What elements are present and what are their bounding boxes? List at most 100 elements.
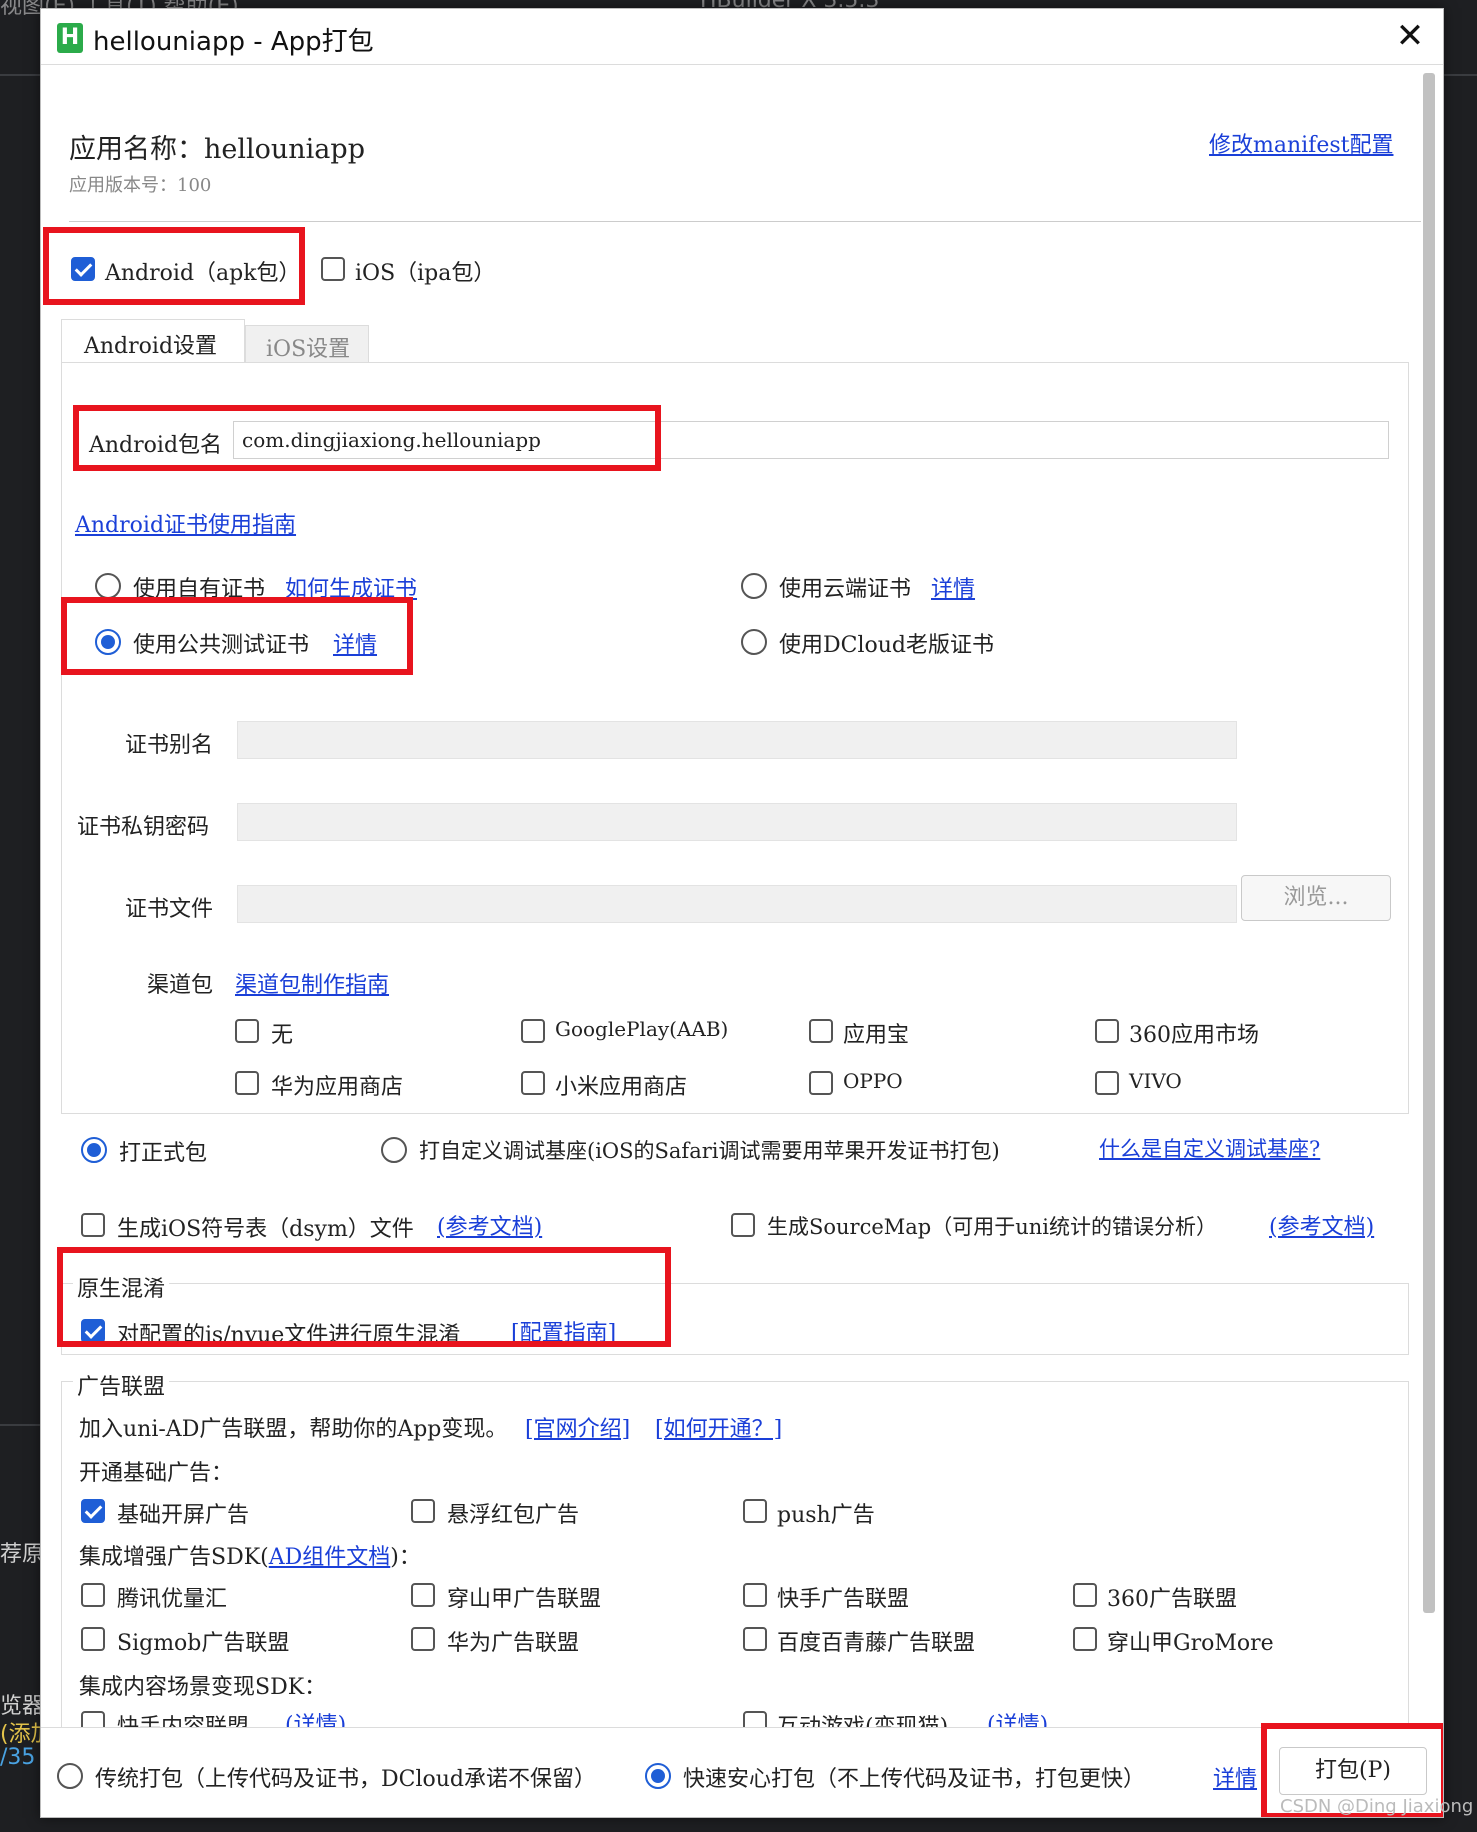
- fast-pack-detail-link[interactable]: 详情: [1213, 1761, 1257, 1793]
- close-icon[interactable]: ✕: [1393, 19, 1427, 53]
- cloud-cert-label[interactable]: 使用云端证书: [779, 571, 911, 603]
- ad-component-doc-link[interactable]: AD组件文档: [269, 1545, 391, 1570]
- cloud-cert-link[interactable]: 详情: [931, 571, 975, 603]
- background-divider-lower: [0, 1424, 40, 1426]
- ad-checkbox-huawei-ad[interactable]: [411, 1627, 435, 1651]
- ad-howto-link[interactable]: [如何开通？]: [655, 1411, 782, 1443]
- background-divider-right: [1444, 74, 1477, 76]
- custom-base-radio[interactable]: [381, 1137, 407, 1163]
- channel-checkbox-xiaomi[interactable]: [521, 1071, 545, 1095]
- cert-password-label: 证书私钥密码: [77, 815, 210, 840]
- ad-label-sigmob[interactable]: Sigmob广告联盟: [117, 1625, 289, 1657]
- traditional-pack-label[interactable]: 传统打包（上传代码及证书，DCloud承诺不保留）: [95, 1761, 596, 1793]
- channel-checkbox-huawei[interactable]: [235, 1071, 259, 1095]
- ad-union-intro: 加入uni-AD广告联盟，帮助你的App变现。: [79, 1417, 508, 1442]
- hbuilder-logo-icon: H: [57, 23, 83, 53]
- channel-label-xiaomi[interactable]: 小米应用商店: [555, 1069, 687, 1101]
- custom-base-link[interactable]: 什么是自定义调试基座?: [1099, 1133, 1320, 1163]
- ad-checkbox-sigmob[interactable]: [81, 1627, 105, 1651]
- ad-checkbox-pangle[interactable]: [411, 1583, 435, 1607]
- formal-build-label[interactable]: 打正式包: [119, 1135, 207, 1167]
- sourcemap-checkbox[interactable]: [731, 1213, 755, 1237]
- cert-alias-input[interactable]: [237, 721, 1237, 759]
- ad-label-huawei-ad[interactable]: 华为广告联盟: [447, 1625, 579, 1657]
- ad-label-splash[interactable]: 基础开屏广告: [117, 1497, 249, 1529]
- channel-checkbox-yingyongbao[interactable]: [809, 1019, 833, 1043]
- cert-password-input[interactable]: [237, 803, 1237, 841]
- csdn-watermark: CSDN @Ding Jiaxiong: [1280, 1796, 1474, 1817]
- divider: [69, 221, 1421, 222]
- ad-checkbox-360ad[interactable]: [1073, 1583, 1097, 1607]
- cloud-cert-radio[interactable]: [741, 573, 767, 599]
- highlight-public-cert: [61, 597, 413, 675]
- ad-label-redpacket[interactable]: 悬浮红包广告: [447, 1497, 579, 1529]
- ad-checkbox-splash[interactable]: [81, 1499, 105, 1523]
- highlight-obfuscation: [57, 1247, 671, 1347]
- channel-label-360[interactable]: 360应用市场: [1129, 1017, 1259, 1049]
- tab-ios-settings[interactable]: iOS设置: [245, 325, 369, 363]
- channel-checkbox-360[interactable]: [1095, 1019, 1119, 1043]
- channel-guide-link[interactable]: 渠道包制作指南: [235, 967, 389, 999]
- background-side-text: 荐原: [0, 1542, 45, 1567]
- channel-label-oppo[interactable]: OPPO: [843, 1069, 903, 1093]
- ios-platform-label[interactable]: iOS（ipa包）: [355, 255, 495, 287]
- channel-checkbox-vivo[interactable]: [1095, 1071, 1119, 1095]
- browse-button[interactable]: 浏览...: [1241, 875, 1391, 921]
- ad-checkbox-redpacket[interactable]: [411, 1499, 435, 1523]
- enhanced-ads-suffix: )：: [390, 1545, 421, 1570]
- fast-pack-radio[interactable]: [645, 1763, 671, 1789]
- ad-label-tencent[interactable]: 腾讯优量汇: [117, 1581, 227, 1613]
- android-cert-guide-link[interactable]: Android证书使用指南: [75, 507, 296, 539]
- enhanced-ads-label: 集成增强广告SDK(AD组件文档)：: [79, 1539, 421, 1571]
- ad-label-gromore[interactable]: 穿山甲GroMore: [1107, 1625, 1274, 1657]
- ad-official-link[interactable]: [官网介绍]: [525, 1411, 630, 1443]
- channel-label: 渠道包: [147, 973, 214, 998]
- app-pack-dialog: H hellouniapp - App打包 ✕ 应用名称：hellouniapp…: [40, 8, 1444, 1818]
- app-name: 应用名称：hellouniapp: [69, 134, 365, 165]
- dsym-checkbox[interactable]: [81, 1213, 105, 1237]
- title-bar: H hellouniapp - App打包 ✕: [41, 9, 1443, 65]
- vertical-scrollbar[interactable]: [1423, 73, 1435, 1613]
- custom-base-label[interactable]: 打自定义调试基座(iOS的Safari调试需要用苹果开发证书打包): [419, 1135, 1000, 1165]
- channel-label-yingyongbao[interactable]: 应用宝: [843, 1017, 909, 1049]
- app-version: 应用版本号：100: [69, 175, 212, 196]
- cert-file-input[interactable]: [237, 885, 1237, 923]
- tab-android-settings[interactable]: Android设置: [61, 319, 245, 363]
- ad-checkbox-kuaishou[interactable]: [743, 1583, 767, 1607]
- ad-checkbox-gromore[interactable]: [1073, 1627, 1097, 1651]
- tab-label: Android设置: [84, 334, 218, 359]
- modify-manifest-link[interactable]: 修改manifest配置: [1209, 127, 1393, 159]
- cert-alias-label: 证书别名: [125, 733, 214, 758]
- ad-label-push[interactable]: push广告: [777, 1497, 875, 1529]
- channel-checkbox-oppo[interactable]: [809, 1071, 833, 1095]
- background-side-text: /35: [0, 1745, 36, 1770]
- ad-label-baidu[interactable]: 百度百青藤广告联盟: [777, 1625, 975, 1657]
- traditional-pack-radio[interactable]: [57, 1763, 83, 1789]
- dialog-title: hellouniapp - App打包: [93, 27, 374, 57]
- formal-build-radio[interactable]: [81, 1137, 107, 1163]
- highlight-package-name: [73, 405, 661, 471]
- channel-label-vivo[interactable]: VIVO: [1129, 1069, 1182, 1093]
- ad-checkbox-tencent[interactable]: [81, 1583, 105, 1607]
- channel-label-none[interactable]: 无: [271, 1017, 293, 1049]
- channel-label-googleplay[interactable]: GooglePlay(AAB): [555, 1017, 728, 1041]
- ios-platform-checkbox[interactable]: [321, 257, 345, 281]
- sourcemap-label[interactable]: 生成SourceMap（可用于uni统计的错误分析）: [767, 1211, 1217, 1241]
- fast-pack-label[interactable]: 快速安心打包（不上传代码及证书，打包更快）: [683, 1761, 1145, 1793]
- dsym-doc-link[interactable]: (参考文档): [437, 1209, 542, 1241]
- own-cert-radio[interactable]: [95, 573, 121, 599]
- ad-checkbox-push[interactable]: [743, 1499, 767, 1523]
- content-sdk-label: 集成内容场景变现SDK：: [79, 1675, 327, 1700]
- ad-label-pangle[interactable]: 穿山甲广告联盟: [447, 1581, 601, 1613]
- ad-checkbox-baidu[interactable]: [743, 1627, 767, 1651]
- ad-union-legend: 广告联盟: [73, 1369, 170, 1401]
- dsym-label[interactable]: 生成iOS符号表（dsym）文件: [117, 1211, 414, 1243]
- ad-label-kuaishou[interactable]: 快手广告联盟: [777, 1581, 909, 1613]
- sourcemap-doc-link[interactable]: (参考文档): [1269, 1209, 1374, 1241]
- channel-checkbox-none[interactable]: [235, 1019, 259, 1043]
- dcloud-old-cert-radio[interactable]: [741, 629, 767, 655]
- ad-label-360ad[interactable]: 360广告联盟: [1107, 1581, 1237, 1613]
- channel-label-huawei[interactable]: 华为应用商店: [271, 1069, 403, 1101]
- dcloud-old-cert-label[interactable]: 使用DCloud老版证书: [779, 627, 994, 659]
- channel-checkbox-googleplay[interactable]: [521, 1019, 545, 1043]
